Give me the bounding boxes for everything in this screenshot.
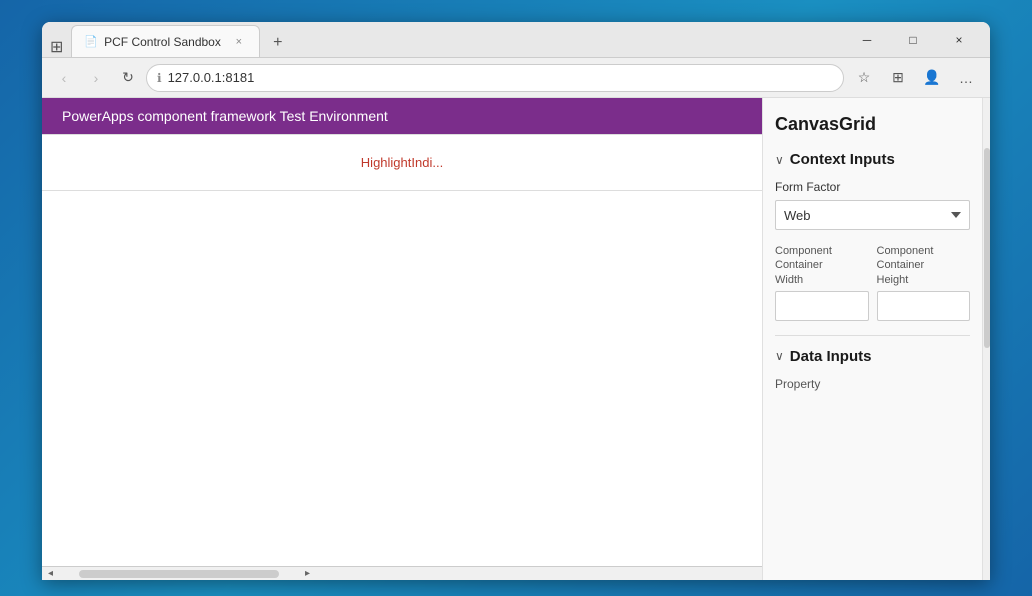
main-area: PowerApps component framework Test Envir… <box>42 98 762 580</box>
context-inputs-section-header: ∨ Context Inputs <box>775 151 970 168</box>
right-panel-scrollbar-thumb[interactable] <box>984 148 990 348</box>
container-height-label: ComponentContainerHeight <box>877 244 971 287</box>
forward-button[interactable]: › <box>82 64 110 92</box>
address-bar[interactable]: ℹ 127.0.0.1:8181 <box>146 64 844 92</box>
desktop: ⊞ 📄 PCF Control Sandbox × + ─ □ × ‹ › ↻ <box>0 0 1032 596</box>
form-factor-field: Form Factor Web Tablet Phone <box>775 180 970 244</box>
form-factor-label: Form Factor <box>775 180 970 194</box>
tab-label: PCF Control Sandbox <box>104 35 221 49</box>
maximize-button[interactable]: □ <box>890 25 936 55</box>
minimize-button[interactable]: ─ <box>844 25 890 55</box>
scrollbar-thumb[interactable] <box>79 570 279 578</box>
back-button[interactable]: ‹ <box>50 64 78 92</box>
context-inputs-title: Context Inputs <box>790 151 895 168</box>
container-width-field: ComponentContainerWidth <box>775 244 869 321</box>
property-field: Property <box>775 377 970 391</box>
title-bar: ⊞ 📄 PCF Control Sandbox × + ─ □ × <box>42 22 990 58</box>
data-inputs-section-header: ∨ Data Inputs <box>775 348 970 365</box>
scroll-right-arrow[interactable]: ▸ <box>299 568 316 579</box>
context-inputs-chevron-icon[interactable]: ∨ <box>775 153 784 167</box>
tab-page-icon: 📄 <box>84 35 98 48</box>
container-height-field: ComponentContainerHeight <box>877 244 971 321</box>
scroll-left-arrow[interactable]: ◂ <box>42 568 59 579</box>
section-divider <box>775 335 970 336</box>
form-factor-select[interactable]: Web Tablet Phone <box>775 200 970 230</box>
container-width-label: ComponentContainerWidth <box>775 244 869 287</box>
new-tab-button[interactable]: + <box>264 29 292 57</box>
collections-icon[interactable]: ⊞ <box>882 62 914 94</box>
property-label: Property <box>775 377 970 391</box>
data-inputs-chevron-icon[interactable]: ∨ <box>775 349 784 363</box>
url-text: 127.0.0.1:8181 <box>168 70 833 85</box>
address-bar-row: ‹ › ↻ ℹ 127.0.0.1:8181 ☆ ⊞ 👤 … <box>42 58 990 98</box>
browser-tab-active[interactable]: 📄 PCF Control Sandbox × <box>71 25 259 57</box>
toolbar-icons: ☆ ⊞ 👤 … <box>848 62 982 94</box>
profile-icon[interactable]: 👤 <box>916 62 948 94</box>
right-panel: CanvasGrid ∨ Context Inputs Form Factor … <box>762 98 982 580</box>
page-content: PowerApps component framework Test Envir… <box>42 98 990 580</box>
right-panel-scroll[interactable]: CanvasGrid ∨ Context Inputs Form Factor … <box>763 98 982 580</box>
container-width-input[interactable] <box>775 291 869 321</box>
container-height-input[interactable] <box>877 291 971 321</box>
favorites-icon[interactable]: ☆ <box>848 62 880 94</box>
data-inputs-title: Data Inputs <box>790 348 872 365</box>
tab-close-button[interactable]: × <box>231 34 247 50</box>
close-button[interactable]: × <box>936 25 982 55</box>
bottom-divider <box>42 190 762 191</box>
container-dimensions: ComponentContainerWidth ComponentContain… <box>775 244 970 321</box>
header-text: PowerApps component framework Test Envir… <box>62 108 388 124</box>
window-controls: ─ □ × <box>844 25 982 55</box>
reload-button[interactable]: ↻ <box>114 64 142 92</box>
control-area: HighlightIndi... <box>42 134 762 566</box>
browser-window-icon: ⊞ <box>50 37 63 57</box>
panel-title: CanvasGrid <box>775 114 970 135</box>
more-options-icon[interactable]: … <box>950 62 982 94</box>
security-icon: ℹ <box>157 71 162 85</box>
right-panel-scrollbar[interactable] <box>982 98 990 580</box>
horizontal-scrollbar[interactable]: ◂ ▸ <box>42 566 762 580</box>
highlighted-control-text: HighlightIndi... <box>42 135 762 190</box>
page-header: PowerApps component framework Test Envir… <box>42 98 762 134</box>
browser-window: ⊞ 📄 PCF Control Sandbox × + ─ □ × ‹ › ↻ <box>42 22 990 580</box>
